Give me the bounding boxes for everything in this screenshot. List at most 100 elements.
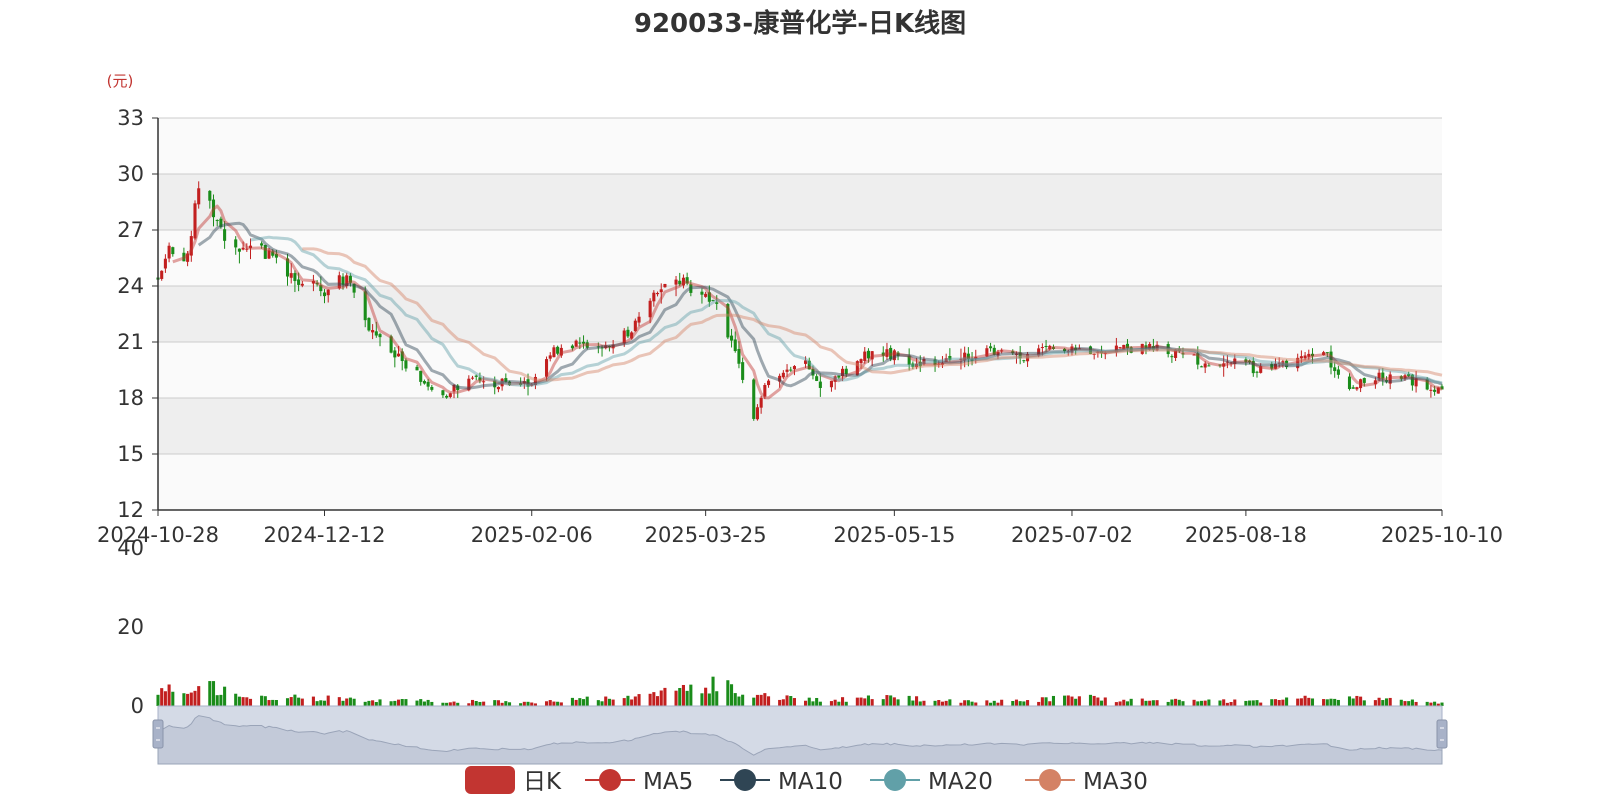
candle-body	[404, 360, 408, 369]
volume-bar	[452, 701, 456, 706]
volume-bar	[604, 696, 608, 706]
volume-bar	[844, 701, 848, 706]
legend-label: MA10	[778, 769, 843, 795]
volume-bar	[556, 701, 560, 706]
candle-body	[989, 346, 993, 349]
volume-bar	[715, 691, 719, 706]
volume-bar	[585, 696, 589, 706]
volume-bar	[1322, 699, 1326, 706]
volume-bar	[1170, 699, 1174, 706]
candle-body	[441, 390, 445, 396]
volume-bar	[911, 700, 915, 706]
volume-bar	[363, 701, 367, 706]
price-grid-band	[158, 398, 1442, 454]
volume-bar	[1362, 700, 1366, 706]
volume-bar	[866, 695, 870, 706]
legend-label: MA30	[1083, 769, 1148, 795]
volume-bar	[419, 699, 423, 706]
volume-bar	[963, 700, 967, 706]
candle-body	[663, 283, 667, 288]
volume-bar	[311, 696, 315, 706]
candle-body	[1336, 369, 1340, 375]
volume-bar	[1148, 700, 1152, 706]
volume-bar	[711, 676, 715, 706]
volume-bar	[293, 694, 297, 706]
volume-bar	[1063, 695, 1067, 706]
volume-bar	[915, 696, 919, 706]
candle-body	[659, 289, 663, 293]
candle-body	[1207, 365, 1211, 367]
volume-bar	[1048, 701, 1052, 706]
volume-bar	[755, 694, 759, 706]
candle-body	[755, 407, 759, 420]
volume-bar	[289, 697, 293, 706]
volume-bar	[267, 700, 271, 706]
candle-body	[419, 370, 423, 382]
volume-bar	[1199, 700, 1204, 706]
candle-body	[552, 347, 556, 358]
volume-bar	[1296, 698, 1300, 706]
candle-body	[1255, 371, 1259, 373]
data-zoom-slider[interactable]	[152, 705, 1448, 765]
candle-body	[1333, 367, 1337, 372]
volume-bar	[611, 699, 615, 706]
volume-bar	[637, 694, 641, 706]
volume-bar	[1040, 697, 1044, 706]
volume-bar	[1299, 698, 1303, 706]
volume-bar	[1077, 696, 1081, 706]
data-zoom-handle-right	[1436, 719, 1448, 749]
volume-bar	[1151, 700, 1155, 706]
volume-bar	[767, 696, 771, 706]
volume-bar	[171, 691, 175, 706]
volume-bar	[652, 692, 656, 706]
volume-bar	[1129, 698, 1133, 706]
candle-body	[496, 386, 500, 390]
volume-bar	[345, 698, 349, 706]
candle-body	[396, 353, 401, 357]
x-tick-label: 2025-03-25	[645, 523, 767, 547]
candle-body	[430, 387, 434, 390]
volume-bar	[522, 701, 526, 706]
candle-body	[781, 372, 785, 378]
volume-bar	[659, 690, 663, 706]
volume-bar	[300, 698, 304, 706]
volume-bar	[633, 696, 637, 706]
volume-bar	[496, 700, 500, 706]
volume-bar	[855, 697, 859, 706]
candle-body	[737, 348, 741, 364]
volume-bar	[426, 699, 430, 706]
volume-bar	[478, 701, 482, 706]
candle-body	[674, 279, 678, 285]
volume-bar	[1222, 699, 1226, 706]
volume-bar	[371, 700, 375, 706]
volume-bar	[1329, 698, 1333, 706]
candle-body	[859, 359, 863, 364]
volume-bar	[892, 697, 896, 706]
volume-bar	[367, 700, 371, 706]
candle-body	[785, 369, 789, 372]
x-tick-label: 2025-08-18	[1185, 523, 1307, 547]
candle-body	[470, 377, 475, 379]
volume-bar	[1251, 700, 1255, 706]
data-zoom-handle-left	[152, 719, 164, 749]
volume-bar	[1310, 698, 1315, 706]
candle-body	[378, 334, 382, 338]
candle-body	[1044, 345, 1048, 348]
volume-bar	[400, 698, 404, 706]
volume-bar	[378, 699, 382, 706]
volume-bar	[341, 700, 345, 706]
volume-bar	[1140, 698, 1144, 706]
candle-body	[374, 331, 378, 336]
volume-bar	[248, 698, 253, 706]
volume-bar	[859, 697, 863, 706]
volume-bar	[759, 694, 763, 706]
candle-body	[367, 317, 371, 331]
volume-bar	[1277, 699, 1281, 706]
volume-bar	[234, 693, 238, 706]
volume-bar	[474, 701, 478, 706]
candle-body	[289, 273, 293, 278]
price-grid-band	[158, 174, 1442, 230]
volume-bar	[337, 697, 341, 706]
volume-bar	[1255, 700, 1259, 706]
candle-body	[1355, 387, 1359, 390]
